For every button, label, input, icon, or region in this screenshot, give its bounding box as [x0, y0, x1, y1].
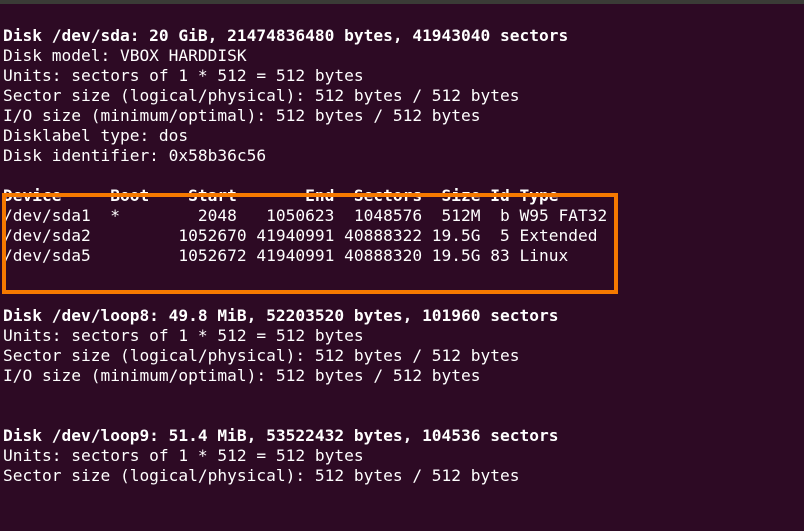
- line-sda-model: Disk model: VBOX HARDDISK: [3, 46, 247, 65]
- line-loop8-sector-size: Sector size (logical/physical): 512 byte…: [3, 346, 520, 365]
- terminal-window[interactable]: Disk /dev/sda: 20 GiB, 21474836480 bytes…: [0, 0, 804, 531]
- terminal-output-area[interactable]: Disk /dev/sda: 20 GiB, 21474836480 bytes…: [0, 4, 804, 531]
- line-loop9-sector-size: Sector size (logical/physical): 512 byte…: [3, 466, 520, 485]
- line-sda-io-size: I/O size (minimum/optimal): 512 bytes / …: [3, 106, 481, 125]
- line-sda-header: Disk /dev/sda: 20 GiB, 21474836480 bytes…: [3, 26, 569, 45]
- line-loop9-units: Units: sectors of 1 * 512 = 512 bytes: [3, 446, 364, 465]
- line-sda-sector-size: Sector size (logical/physical): 512 byte…: [3, 86, 520, 105]
- line-partition-sda2: /dev/sda2 1052670 41940991 40888322 19.5…: [3, 226, 598, 245]
- line-sda-identifier: Disk identifier: 0x58b36c56: [3, 146, 267, 165]
- line-loop8-header: Disk /dev/loop8: 49.8 MiB, 52203520 byte…: [3, 306, 559, 325]
- line-loop8-io-size: I/O size (minimum/optimal): 512 bytes / …: [3, 366, 481, 385]
- line-sda-units: Units: sectors of 1 * 512 = 512 bytes: [3, 66, 364, 85]
- line-loop9-header: Disk /dev/loop9: 51.4 MiB, 53522432 byte…: [3, 426, 559, 445]
- line-partition-table-header: Device Boot Start End Sectors Size Id Ty…: [3, 186, 559, 205]
- line-loop8-units: Units: sectors of 1 * 512 = 512 bytes: [3, 326, 364, 345]
- line-partition-sda1: /dev/sda1 * 2048 1050623 1048576 512M b …: [3, 206, 608, 225]
- line-sda-disklabel: Disklabel type: dos: [3, 126, 189, 145]
- line-partition-sda5: /dev/sda5 1052672 41940991 40888320 19.5…: [3, 246, 569, 265]
